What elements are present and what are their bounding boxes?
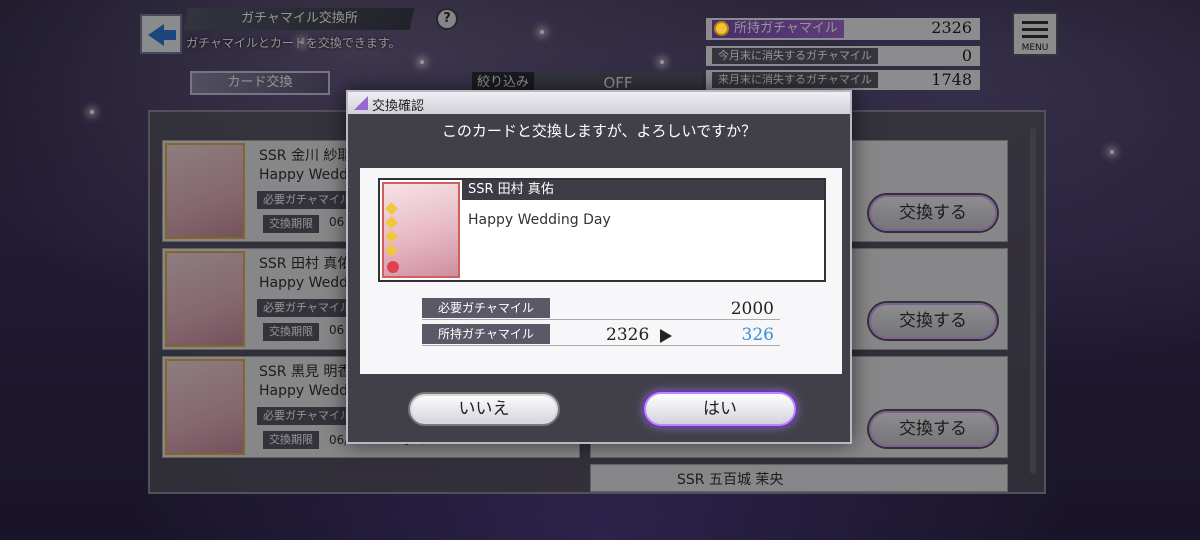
star-icon [385, 216, 398, 229]
dialog-body: SSR 田村 真佑 Happy Wedding Day 必要ガチャマイル 200… [360, 168, 842, 374]
dialog-question: このカードと交換しますが、よろしいですか？ [441, 122, 757, 140]
coin-icon [714, 21, 729, 36]
exchange-confirm-dialog: 交換確認 このカードと交換しますが、よろしいですか？ SSR 田村 真佑 Hap… [346, 90, 852, 444]
header-triangle-icon [354, 96, 368, 110]
card-title: Happy Wedding Day [468, 212, 611, 228]
required-miles-row: 必要ガチャマイル 2000 [422, 298, 780, 320]
owned-miles-label: 所持ガチャマイル [422, 324, 550, 344]
yes-button[interactable]: はい [644, 392, 796, 426]
required-miles-value: 2000 [730, 299, 774, 319]
required-miles-label: 必要ガチャマイル [422, 298, 550, 318]
owned-miles-row: 所持ガチャマイル 2326 326 [422, 324, 780, 346]
star-icon [385, 230, 398, 243]
arrow-right-icon [660, 329, 672, 343]
owned-miles-after: 326 [741, 325, 774, 345]
rarity-icon [387, 261, 399, 273]
no-button[interactable]: いいえ [408, 392, 560, 426]
dialog-header: 交換確認 [348, 92, 850, 114]
star-icon [385, 244, 398, 257]
card-info: SSR 田村 真佑 Happy Wedding Day [378, 178, 826, 282]
star-icon [385, 202, 398, 215]
card-name: SSR 田村 真佑 [462, 180, 824, 200]
owned-miles-before: 2326 [606, 325, 650, 345]
card-thumbnail [382, 182, 460, 278]
dialog-title: 交換確認 [372, 99, 425, 114]
